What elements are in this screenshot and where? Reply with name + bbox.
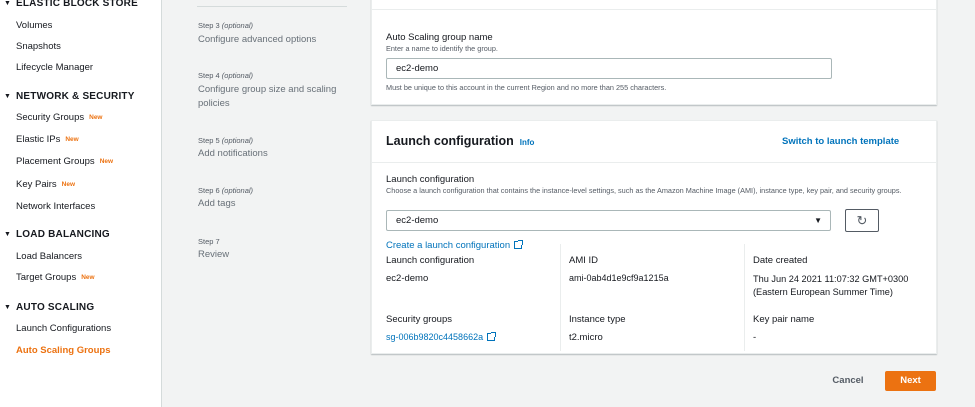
detail-value: ami-0ab4d1e9cf9a1215a (569, 273, 669, 283)
sidebar-section-ebs[interactable]: ▼ ELASTIC BLOCK STORE (4, 0, 138, 9)
detail-label: Key pair name (753, 314, 815, 325)
external-link-icon (487, 332, 497, 341)
asg-name-constraint: Must be unique to this account in the cu… (386, 83, 667, 92)
security-group-link[interactable]: sg-006b9820c4458662a (386, 332, 497, 342)
new-badge: New (81, 274, 95, 281)
sidebar-item-volumes[interactable]: Volumes (16, 20, 52, 31)
detail-value: t2.micro (569, 332, 603, 343)
divider (197, 6, 347, 7)
new-badge: New (99, 158, 114, 165)
detail-label: AMI ID (569, 255, 599, 266)
step-4-title[interactable]: Configure group size and scaling policie… (198, 83, 348, 111)
step-7-title[interactable]: Review (198, 248, 348, 262)
asg-name-input[interactable]: ec2-demo (386, 58, 832, 79)
step-4-number: Step 4 (optional) (198, 71, 254, 80)
panel-title: Launch configuration Info (386, 134, 535, 148)
wizard-steps: Step 3 (optional) Configure advanced opt… (163, 0, 363, 407)
caret-down-icon: ▼ (4, 0, 12, 7)
detail-label: Security groups (386, 314, 453, 325)
detail-value: Thu Jun 24 2021 11:07:32 GMT+0300 (Easte… (753, 274, 909, 297)
refresh-icon: ↻ (856, 213, 868, 228)
sidebar-section-auto-scaling[interactable]: ▼ AUTO SCALING (4, 302, 94, 313)
asg-name-hint: Enter a name to identify the group. (386, 44, 498, 53)
detail-label: Date created (753, 255, 808, 266)
next-button[interactable]: Next (885, 371, 936, 391)
step-3-title[interactable]: Configure advanced options (198, 33, 348, 47)
sidebar-item-network-interfaces[interactable]: Network Interfaces (16, 201, 95, 212)
sidebar-item-key-pairs[interactable]: Key Pairs New (16, 179, 75, 190)
launch-config-description: Choose a launch configuration that conta… (386, 186, 902, 195)
cancel-button[interactable]: Cancel (820, 372, 876, 390)
name-panel: Auto Scaling group name Enter a name to … (371, 0, 937, 105)
asg-name-label: Auto Scaling group name (386, 32, 493, 43)
sidebar-item-auto-scaling-groups[interactable]: Auto Scaling Groups (16, 345, 110, 356)
sidebar-item-lifecycle-manager[interactable]: Lifecycle Manager (16, 62, 93, 73)
caret-down-icon: ▼ (4, 93, 12, 100)
sidebar-item-elastic-ips[interactable]: Elastic IPs New (16, 134, 79, 145)
sidebar-item-snapshots[interactable]: Snapshots (16, 41, 61, 52)
step-7-number: Step 7 (198, 237, 220, 246)
new-badge: New (89, 114, 103, 121)
launch-config-label: Launch configuration (386, 174, 475, 185)
divider (744, 244, 745, 351)
sidebar-item-security-groups[interactable]: Security Groups New (16, 112, 103, 123)
info-link[interactable]: Info (520, 138, 535, 147)
new-badge: New (65, 136, 79, 143)
sidebar-section-load-balancing[interactable]: ▼ LOAD BALANCING (4, 229, 110, 240)
step-5-number: Step 5 (optional) (198, 136, 254, 145)
launch-config-select[interactable]: ec2-demo ▼ (386, 210, 831, 231)
switch-to-launch-template-link[interactable]: Switch to launch template (782, 136, 899, 147)
step-6-title[interactable]: Add tags (198, 197, 348, 211)
sidebar: ▼ ELASTIC BLOCK STORE Volumes Snapshots L… (0, 0, 162, 407)
refresh-button[interactable]: ↻ (845, 209, 879, 232)
sidebar-item-target-groups[interactable]: Target Groups New (16, 272, 95, 283)
divider (372, 162, 936, 163)
caret-down-icon: ▼ (814, 216, 822, 225)
step-5-title[interactable]: Add notifications (198, 147, 348, 161)
detail-value: - (753, 332, 757, 343)
caret-down-icon: ▼ (4, 231, 12, 238)
detail-value: ec2-demo (386, 273, 429, 284)
sidebar-item-launch-configurations[interactable]: Launch Configurations (16, 323, 111, 334)
step-6-number: Step 6 (optional) (198, 186, 254, 195)
step-3-number: Step 3 (optional) (198, 21, 254, 30)
sidebar-item-placement-groups[interactable]: Placement Groups New (16, 156, 113, 167)
divider (560, 244, 561, 351)
sidebar-section-network-security[interactable]: ▼ NETWORK & SECURITY (4, 91, 135, 102)
launch-configuration-panel: Launch configuration Info Switch to launc… (371, 120, 937, 354)
new-badge: New (61, 181, 76, 188)
divider (372, 9, 936, 10)
external-link-icon (514, 240, 524, 249)
sidebar-item-load-balancers[interactable]: Load Balancers (16, 251, 82, 262)
detail-label: Launch configuration (386, 255, 475, 266)
caret-down-icon: ▼ (4, 304, 12, 311)
create-launch-configuration-link[interactable]: Create a launch configuration (386, 240, 524, 251)
detail-label: Instance type (569, 314, 626, 325)
